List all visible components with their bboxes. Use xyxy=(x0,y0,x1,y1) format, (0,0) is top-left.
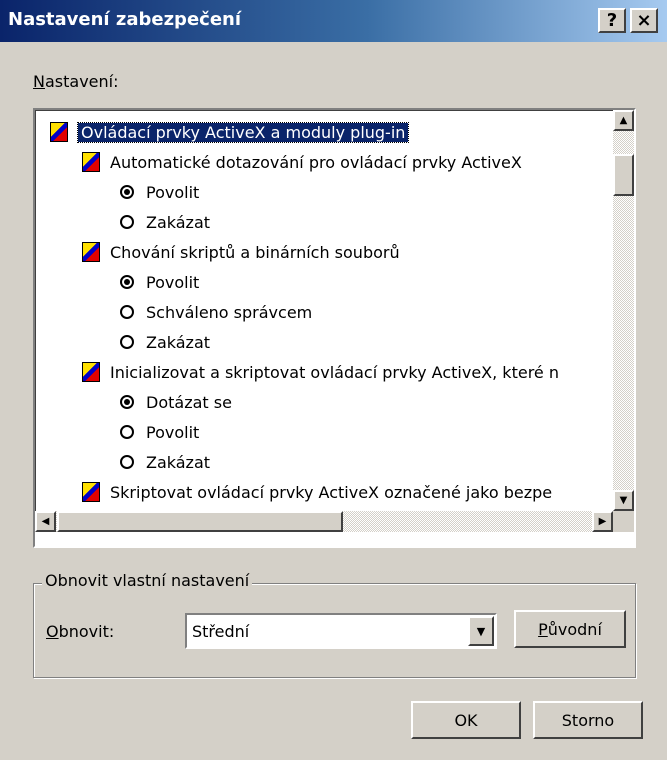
radio-checked-icon[interactable] xyxy=(120,185,134,199)
help-button[interactable]: ? xyxy=(598,8,626,33)
gear-icon xyxy=(82,242,100,262)
tree-item-option[interactable]: Povolit xyxy=(120,177,199,207)
tree-item-label: Schváleno správcem xyxy=(146,302,313,322)
reset-group-legend: Obnovit vlastní nastavení xyxy=(42,571,253,590)
default-button[interactable]: Původní xyxy=(514,610,626,648)
tree-item-option[interactable]: Schváleno správcem xyxy=(120,297,312,327)
tree-item-label: Skriptovat ovládací prvky ActiveX označe… xyxy=(110,482,553,502)
reset-level-value: Střední xyxy=(192,622,250,641)
tree-item-label: Zakázat xyxy=(146,332,211,352)
settings-label: Nastavení: xyxy=(33,72,119,91)
tree-item-label: Dotázat se xyxy=(146,392,232,412)
tree-item-label: Povolit xyxy=(146,422,200,442)
tree-item-label: Automatické dotazování pro ovládací prvk… xyxy=(110,152,522,172)
tree-item-label: Inicializovat a skriptovat ovládací prvk… xyxy=(110,362,559,382)
tree-item-option[interactable]: Zakázat xyxy=(120,207,210,237)
tree-item-group[interactable]: Skriptovat ovládací prvky ActiveX označe… xyxy=(82,477,552,507)
tree-item-group[interactable]: Chování skriptů a binárních souborů xyxy=(82,237,400,267)
tree-item-label: Zakázat xyxy=(146,212,211,232)
tree-item-label: Ovládací prvky ActiveX a moduly plug-in xyxy=(76,121,410,143)
radio-unchecked-icon[interactable] xyxy=(120,215,134,229)
horizontal-scroll-thumb[interactable] xyxy=(57,511,343,532)
tree-item-label: Povolit xyxy=(146,272,200,292)
scroll-up-button[interactable]: ▲ xyxy=(613,110,634,131)
window-title: Nastavení zabezpečení xyxy=(8,9,242,30)
scroll-down-button[interactable]: ▼ xyxy=(613,490,634,511)
horizontal-scrollbar[interactable]: ◀ ▶ xyxy=(35,511,613,532)
scrollbar-corner xyxy=(613,511,634,532)
radio-unchecked-icon[interactable] xyxy=(120,455,134,469)
settings-tree-viewport: Ovládací prvky ActiveX a moduly plug-in … xyxy=(35,110,615,511)
vertical-scroll-thumb[interactable] xyxy=(613,154,634,196)
gear-icon xyxy=(82,152,100,172)
tree-item-option[interactable]: Povolit xyxy=(120,267,199,297)
vertical-scrollbar[interactable]: ▲ ▼ xyxy=(613,110,634,511)
tree-item-root[interactable]: Ovládací prvky ActiveX a moduly plug-in xyxy=(50,117,410,147)
tree-item-option[interactable]: Zakázat xyxy=(120,447,210,477)
chevron-down-icon[interactable]: ▼ xyxy=(468,616,494,646)
tree-item-label: Chování skriptů a binárních souborů xyxy=(110,242,400,262)
close-button[interactable]: × xyxy=(630,8,658,33)
tree-item-group[interactable]: Inicializovat a skriptovat ovládací prvk… xyxy=(82,357,559,387)
tree-item-option[interactable]: Zakázat xyxy=(120,327,210,357)
reset-label: Obnovit: xyxy=(46,622,115,641)
settings-tree[interactable]: Ovládací prvky ActiveX a moduly plug-in … xyxy=(33,108,636,548)
cancel-button[interactable]: Storno xyxy=(533,701,643,739)
tree-item-option[interactable]: Povolit xyxy=(120,417,199,447)
scroll-left-button[interactable]: ◀ xyxy=(35,511,56,532)
reset-level-select[interactable]: Střední ▼ xyxy=(185,613,497,649)
tree-item-label: Zakázat xyxy=(146,452,211,472)
radio-unchecked-icon[interactable] xyxy=(120,305,134,319)
gear-icon xyxy=(82,482,100,502)
radio-unchecked-icon[interactable] xyxy=(120,425,134,439)
radio-unchecked-icon[interactable] xyxy=(120,335,134,349)
radio-checked-icon[interactable] xyxy=(120,275,134,289)
tree-item-group[interactable]: Automatické dotazování pro ovládací prvk… xyxy=(82,147,522,177)
ok-button[interactable]: OK xyxy=(411,701,521,739)
tree-item-option[interactable]: Dotázat se xyxy=(120,387,232,417)
radio-checked-icon[interactable] xyxy=(120,395,134,409)
gear-icon xyxy=(50,122,68,142)
title-bar: Nastavení zabezpečení ? × xyxy=(0,0,667,42)
gear-icon xyxy=(82,362,100,382)
tree-item-label: Povolit xyxy=(146,182,200,202)
scroll-right-button[interactable]: ▶ xyxy=(592,511,613,532)
